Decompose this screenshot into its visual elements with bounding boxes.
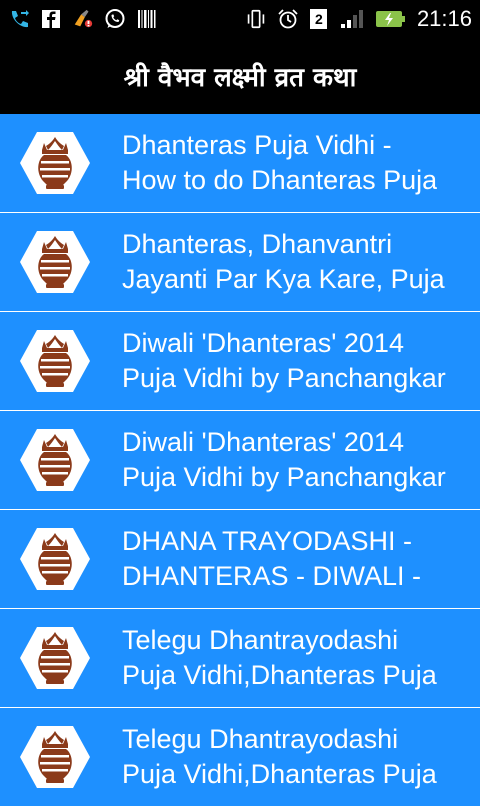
list-item-line-1: Diwali 'Dhanteras' 2014	[122, 328, 404, 358]
list-item-line-1: Dhanteras, Dhanvantri	[122, 229, 393, 259]
list-item-line-1: DHANA TRAYODASHI -	[122, 526, 413, 556]
title-bar: श्री वैभव लक्ष्मी व्रत कथा	[0, 38, 480, 114]
kalash-icon	[20, 726, 90, 788]
list-item[interactable]: Telegu Dhantrayodashi Puja Vidhi,Dhanter…	[0, 609, 480, 708]
list-item-title: Diwali 'Dhanteras' 2014 Puja Vidhi by Pa…	[122, 326, 446, 396]
list-item-title: Telegu Dhantrayodashi Puja Vidhi,Dhanter…	[122, 722, 437, 792]
page-title: श्री वैभव लक्ष्मी व्रत कथा	[123, 63, 357, 93]
kalash-icon	[20, 627, 90, 689]
status-icons-right: 2 21:16	[245, 6, 472, 32]
list-item-line-2: DHANTERAS - DIWALI -	[122, 561, 422, 591]
sim-2-icon: 2	[309, 8, 329, 30]
list-item-line-1: Diwali 'Dhanteras' 2014	[122, 427, 404, 457]
call-forward-icon	[8, 8, 30, 30]
sim-2-label: 2	[310, 9, 328, 29]
list-item[interactable]: Dhanteras Puja Vidhi - How to do Dhanter…	[0, 114, 480, 213]
video-list: Dhanteras Puja Vidhi - How to do Dhanter…	[0, 114, 480, 807]
list-item-title: Dhanteras Puja Vidhi - How to do Dhanter…	[122, 128, 437, 198]
signal-icon	[339, 8, 365, 30]
kalash-icon	[20, 231, 90, 293]
kalash-icon	[20, 132, 90, 194]
list-item-line-2: Jayanti Par Kya Kare, Puja	[122, 264, 445, 294]
kalash-icon	[20, 528, 90, 590]
whatsapp-icon	[104, 8, 126, 30]
list-item-title: DHANA TRAYODASHI - DHANTERAS - DIWALI -	[122, 524, 421, 594]
list-item-line-2: Puja Vidhi by Panchangkar	[122, 462, 446, 492]
list-item-line-2: Puja Vidhi,Dhanteras Puja	[122, 660, 437, 690]
cleaner-icon	[72, 8, 94, 30]
vibrate-icon	[245, 8, 267, 30]
list-item-line-1: Telegu Dhantrayodashi	[122, 625, 399, 655]
list-item-line-1: Dhanteras Puja Vidhi -	[122, 130, 392, 160]
list-item[interactable]: Diwali 'Dhanteras' 2014 Puja Vidhi by Pa…	[0, 411, 480, 510]
list-item-title: Diwali 'Dhanteras' 2014 Puja Vidhi by Pa…	[122, 425, 446, 495]
list-item-line-2: Puja Vidhi,Dhanteras Puja	[122, 759, 437, 789]
battery-charging-icon	[375, 8, 407, 30]
list-item-line-1: Telegu Dhantrayodashi	[122, 724, 399, 754]
kalash-icon	[20, 330, 90, 392]
status-bar: 2 21:16	[0, 0, 480, 38]
status-icons-left	[8, 8, 158, 30]
list-item-line-2: Puja Vidhi by Panchangkar	[122, 363, 446, 393]
barcode-icon	[136, 8, 158, 30]
list-item[interactable]: DHANA TRAYODASHI - DHANTERAS - DIWALI -	[0, 510, 480, 609]
alarm-icon	[277, 8, 299, 30]
list-item[interactable]: Diwali 'Dhanteras' 2014 Puja Vidhi by Pa…	[0, 312, 480, 411]
kalash-icon	[20, 429, 90, 491]
list-item-line-2: How to do Dhanteras Puja	[122, 165, 438, 195]
list-item[interactable]: Dhanteras, Dhanvantri Jayanti Par Kya Ka…	[0, 213, 480, 312]
list-item-title: Telegu Dhantrayodashi Puja Vidhi,Dhanter…	[122, 623, 437, 693]
list-item[interactable]: Telegu Dhantrayodashi Puja Vidhi,Dhanter…	[0, 708, 480, 807]
list-item-title: Dhanteras, Dhanvantri Jayanti Par Kya Ka…	[122, 227, 445, 297]
facebook-icon	[40, 8, 62, 30]
clock: 21:16	[416, 6, 472, 31]
